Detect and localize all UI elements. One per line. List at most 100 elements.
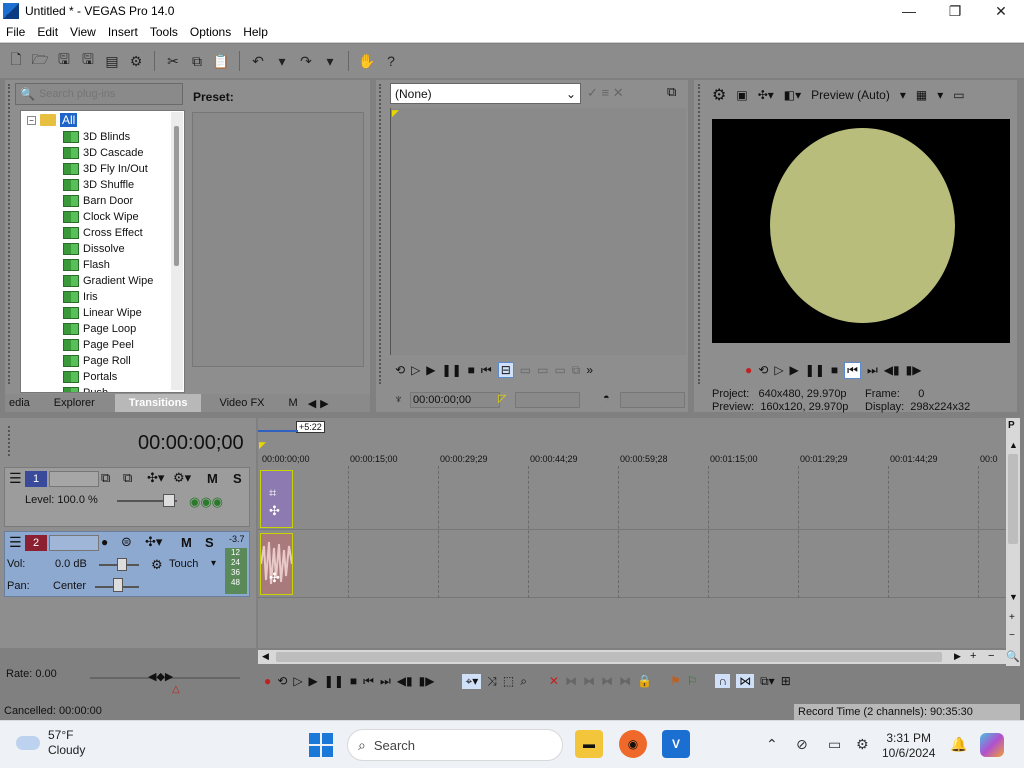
transition-item[interactable]: Page Roll — [63, 353, 131, 369]
tab-explorer[interactable]: Explorer — [34, 394, 115, 412]
menu-view[interactable]: View — [64, 25, 102, 39]
transition-item[interactable]: Dissolve — [63, 241, 125, 257]
track-fx-icon[interactable]: ✣▾ — [145, 534, 162, 550]
pause-icon[interactable]: ❚❚ — [805, 363, 825, 377]
record-icon[interactable]: ● — [264, 674, 271, 688]
pan-slider-thumb[interactable] — [113, 578, 123, 592]
transition-item[interactable]: 3D Blinds — [63, 129, 130, 145]
previous-frame-icon[interactable]: ◀▮ — [884, 363, 900, 377]
vegas-taskbar-icon[interactable]: V — [662, 730, 690, 758]
audio-track-2[interactable]: ☰ 2 ● ⊜ ✣▾ M S -3.7 12 24 36 48 Vol: 0.0… — [4, 531, 250, 597]
trim-start-icon[interactable]: ⧓ — [583, 674, 595, 688]
tabs-right-arrow-icon[interactable]: ▶ — [320, 397, 328, 410]
volume-slider-thumb[interactable] — [117, 558, 127, 571]
notification-bell-icon[interactable]: 🔔 — [950, 736, 967, 753]
play-from-start-icon[interactable]: ▷ — [774, 363, 783, 377]
windows-start-icon[interactable] — [309, 733, 333, 757]
undo-dropdown-icon[interactable]: ▾ — [272, 51, 292, 71]
track-grip[interactable] — [8, 426, 14, 456]
zoom-in-icon[interactable]: + — [1009, 612, 1015, 623]
zoom-search-icon[interactable]: 🔍 — [1006, 650, 1020, 663]
tab-media[interactable]: edia — [5, 394, 34, 412]
network-icon[interactable]: ⊘ — [796, 736, 808, 753]
tree-root[interactable]: − All — [27, 113, 78, 127]
properties-gear-icon[interactable]: ⚙ — [126, 51, 146, 71]
arm-record-icon[interactable]: ● — [101, 535, 108, 549]
track-name-field[interactable] — [49, 535, 99, 551]
play-icon[interactable]: ▶ — [790, 363, 799, 377]
trimmer-media-select[interactable]: (None) ⌄ — [390, 83, 581, 104]
transition-item[interactable]: 3D Cascade — [63, 145, 144, 161]
in-point-field[interactable] — [515, 392, 580, 408]
loop-region-marker[interactable]: +5:22 — [296, 421, 325, 433]
video-track-1[interactable]: ☰ 1 ⧉ ⧉ ✣▾ ⚙▾ M S Level: 100.0 % ◉◉◉ — [4, 467, 250, 527]
lock-icon[interactable]: 🔒 — [637, 674, 652, 688]
track-list-icon[interactable]: P — [1008, 420, 1015, 431]
zoom-in-icon[interactable]: + — [970, 650, 976, 662]
undo-icon[interactable]: ↶ — [248, 51, 268, 71]
go-to-end-icon[interactable]: ⏭ — [867, 363, 878, 378]
trimmer-view[interactable]: ◤ — [390, 108, 686, 355]
transition-item[interactable]: Barn Door — [63, 193, 133, 209]
grid-overlay-icon[interactable]: ▦ — [916, 88, 927, 102]
solo-button[interactable]: S — [233, 471, 242, 486]
track-motion-icon[interactable]: ⧉ — [101, 470, 110, 486]
play-from-start-icon[interactable]: ▷ — [411, 363, 420, 377]
previous-frame-icon[interactable]: ◀▮ — [397, 674, 413, 688]
taskbar-clock[interactable]: 3:31 PM 10/6/2024 — [882, 731, 935, 761]
time-ruler[interactable]: 00:00:00;00 00:00:15;00 00:00:29;29 00:0… — [258, 450, 1006, 466]
duration-icon[interactable]: ◓ — [603, 392, 610, 404]
fit-icon[interactable]: ⧉ — [572, 363, 581, 378]
transition-item[interactable]: Linear Wipe — [63, 305, 142, 321]
event-pan-crop-icon[interactable]: ⌗ — [269, 485, 276, 501]
go-to-end-icon[interactable]: ⏭ — [380, 674, 391, 689]
add-to-timeline-icon[interactable]: ⊟ — [497, 362, 514, 378]
replace-icon[interactable]: ▭ — [554, 363, 565, 377]
stop-icon[interactable]: ■ — [350, 674, 357, 688]
track-settings-gear-icon[interactable]: ⚙▾ — [173, 470, 191, 486]
preview-grip[interactable] — [698, 84, 704, 384]
in-point-icon[interactable]: ◸ — [498, 392, 506, 405]
scroll-down-icon[interactable]: ▼ — [1009, 592, 1018, 602]
transition-item[interactable]: 3D Shuffle — [63, 177, 134, 193]
event-fx-icon[interactable]: ✣ — [269, 570, 280, 586]
close-button[interactable]: ✕ — [978, 0, 1024, 22]
scroll-thumb[interactable] — [276, 652, 942, 662]
compositing-icon[interactable]: ⧉ — [123, 470, 132, 486]
audio-lane[interactable] — [258, 531, 1006, 598]
automation-mode[interactable]: Touch — [169, 558, 198, 570]
invert-phase-icon[interactable]: ⊜ — [121, 534, 132, 550]
transition-item[interactable]: Iris — [63, 289, 98, 305]
tab-more[interactable]: M — [283, 394, 304, 412]
open-folder-icon[interactable]: 🗁 — [30, 51, 50, 71]
plugin-icon[interactable]: ✋ — [357, 51, 377, 71]
play-icon[interactable]: ▶ — [309, 674, 318, 688]
chevron-down-icon[interactable]: ▾ — [900, 88, 906, 102]
loop-icon[interactable]: ⟲ — [758, 363, 768, 377]
zoom-tool-icon[interactable]: ⌕ — [520, 674, 527, 689]
taskbar-search[interactable]: ⌕ Search — [347, 729, 563, 761]
scroll-thumb[interactable] — [1008, 454, 1018, 544]
delete-icon[interactable]: ✕ — [549, 674, 559, 688]
record-icon[interactable]: ● — [745, 363, 752, 377]
scroll-left-icon[interactable]: ◀ — [262, 651, 269, 662]
weather-widget[interactable]: 57°F Cloudy — [16, 728, 85, 758]
trimmer-grip[interactable] — [379, 84, 385, 384]
tab-video-fx[interactable]: Video FX — [201, 394, 282, 412]
stop-icon[interactable]: ■ — [831, 363, 838, 377]
pause-icon[interactable]: ❚❚ — [324, 674, 344, 688]
menu-file[interactable]: File — [0, 25, 31, 39]
plugin-search-box[interactable]: 🔍 — [15, 83, 183, 105]
trim-end-icon[interactable]: ⧓ — [601, 674, 613, 688]
cut-icon[interactable]: ✂ — [163, 51, 183, 71]
track-fx-icon[interactable]: ✣▾ — [147, 470, 164, 486]
transition-item[interactable]: Clock Wipe — [63, 209, 139, 225]
new-file-icon[interactable]: 🗋 — [6, 51, 26, 71]
region-icon[interactable]: ⚐ — [687, 674, 698, 688]
event-fx-icon[interactable]: ✣ — [269, 503, 280, 519]
trimmer-detach-icon[interactable]: ⧉ — [667, 84, 676, 100]
play-from-start-icon[interactable]: ▷ — [293, 674, 302, 688]
transition-item[interactable]: Page Loop — [63, 321, 136, 337]
solo-button[interactable]: S — [205, 535, 214, 550]
transition-item[interactable]: Cross Effect — [63, 225, 143, 241]
